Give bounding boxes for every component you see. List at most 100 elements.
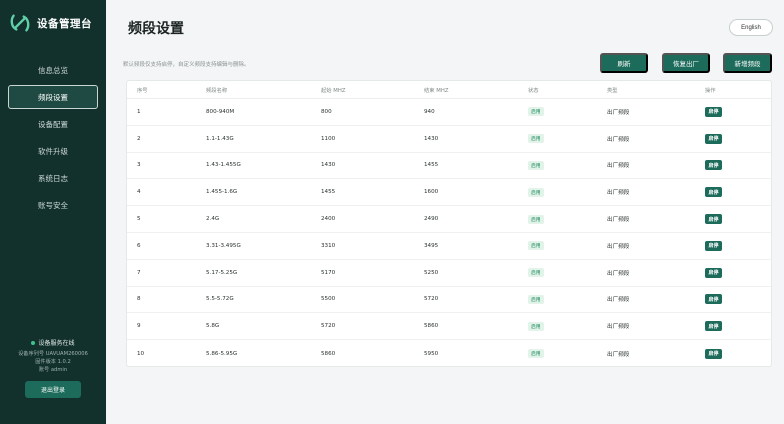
cell-type: 出厂频段 xyxy=(607,270,630,277)
cell-start: 1100 xyxy=(321,135,336,142)
sidebar-item-band-settings[interactable]: 频段设置 xyxy=(8,85,98,109)
toggle-button[interactable]: 启停 xyxy=(705,267,723,278)
cell-type: 出厂频段 xyxy=(607,351,630,358)
cell-no: 8 xyxy=(137,296,141,303)
cell-start: 5500 xyxy=(321,296,336,303)
cell-start: 3310 xyxy=(321,242,336,249)
table-row: 5 2.4G 2400 2490 启用 出厂频段 启停 xyxy=(127,206,771,233)
table-row: 1 800-940M 800 940 启用 出厂频段 启停 xyxy=(127,99,771,126)
header-start: 起始 MHZ xyxy=(321,87,346,94)
cell-status: 启用 xyxy=(528,268,544,278)
toggle-button[interactable]: 启停 xyxy=(705,321,723,332)
cell-end: 5250 xyxy=(424,269,439,276)
cell-type: 出厂频段 xyxy=(607,190,630,197)
sidebar: 设备管理台 信息总览 频段设置 设备配置 软件升级 系统日志 账号安全 设备服务… xyxy=(0,0,106,424)
cell-no: 9 xyxy=(137,323,141,330)
cell-action: 启停 xyxy=(705,348,723,359)
table-row: 7 5.17-5.25G 5170 5250 启用 出厂频段 启停 xyxy=(127,260,771,287)
cell-status: 启用 xyxy=(528,294,544,304)
table-row: 6 3.31-3.495G 3310 3495 启用 出厂频段 启停 xyxy=(127,233,771,260)
header-no: 序号 xyxy=(137,87,148,94)
header-action: 操作 xyxy=(705,87,716,94)
cell-status: 启用 xyxy=(528,160,544,170)
cell-no: 7 xyxy=(137,269,141,276)
table-row: 3 1.43-1.455G 1430 1455 启用 出厂频段 启停 xyxy=(127,153,771,180)
cell-end: 5860 xyxy=(424,323,439,330)
cell-action: 启停 xyxy=(705,321,723,332)
cell-name: 5.86-5.95G xyxy=(206,350,238,357)
status-badge: 启用 xyxy=(528,349,544,359)
table-body: 1 800-940M 800 940 启用 出厂频段 启停 2 1.1-1.43G 1100 143… xyxy=(127,99,771,367)
online-status-text: 设备服务在线 xyxy=(38,340,75,347)
cell-action: 启停 xyxy=(705,160,723,171)
cell-start: 5170 xyxy=(321,269,336,276)
sidebar-item-software-upgrade[interactable]: 软件升级 xyxy=(8,139,98,163)
table-row: 2 1.1-1.43G 1100 1430 启用 出厂频段 启停 xyxy=(127,126,771,153)
cell-no: 4 xyxy=(137,189,141,196)
cell-no: 5 xyxy=(137,216,141,223)
toggle-button[interactable]: 启停 xyxy=(705,133,723,144)
sidebar-item-device-config[interactable]: 设备配置 xyxy=(8,112,98,136)
device-meta: 设备序列号 UAVUAM260006 固件版本 1.0.2 账号 admin xyxy=(0,350,106,374)
language-toggle-button[interactable]: English xyxy=(729,19,773,36)
table-header: 序号 频段名称 起始 MHZ 结束 MHZ 状态 类型 操作 xyxy=(127,81,771,99)
cell-name: 5.5-5.72G xyxy=(206,296,234,303)
cell-end: 2490 xyxy=(424,216,439,223)
toggle-button[interactable]: 启停 xyxy=(705,214,723,225)
cell-status: 启用 xyxy=(528,321,544,331)
refresh-button[interactable]: 刷新 xyxy=(600,53,648,73)
sidebar-item-overview[interactable]: 信息总览 xyxy=(8,58,98,82)
cell-start: 1430 xyxy=(321,162,336,169)
cell-type: 出厂频段 xyxy=(607,136,630,143)
table-row: 4 1.455-1.6G 1455 1600 启用 出厂频段 启停 xyxy=(127,179,771,207)
status-badge: 启用 xyxy=(528,160,544,170)
cell-action: 启停 xyxy=(705,267,723,278)
toggle-button[interactable]: 启停 xyxy=(705,187,723,198)
cell-action: 启停 xyxy=(705,187,723,198)
toggle-button[interactable]: 启停 xyxy=(705,348,723,359)
cell-action: 启停 xyxy=(705,214,723,225)
band-table: 序号 频段名称 起始 MHZ 结束 MHZ 状态 类型 操作 1 800-940M… xyxy=(126,80,772,367)
page-title: 频段设置 xyxy=(128,21,184,37)
cell-end: 5950 xyxy=(424,350,439,357)
table-row: 9 5.8G 5720 5860 启用 出厂频段 启停 xyxy=(127,313,771,341)
cell-name: 1.43-1.455G xyxy=(206,162,241,169)
factory-reset-button[interactable]: 恢复出厂 xyxy=(662,53,710,73)
cell-end: 3495 xyxy=(424,242,439,249)
cell-action: 启停 xyxy=(705,133,723,144)
logout-button[interactable]: 退出登录 xyxy=(25,381,81,398)
table-row: 8 5.5-5.72G 5500 5720 启用 出厂频段 启停 xyxy=(127,287,771,314)
firmware-version: 固件版本 1.0.2 xyxy=(35,359,71,365)
cell-action: 启停 xyxy=(705,240,723,251)
brand: 设备管理台 xyxy=(9,12,92,34)
cell-start: 2400 xyxy=(321,216,336,223)
header-type: 类型 xyxy=(607,87,618,94)
header-end: 结束 MHZ xyxy=(424,87,449,94)
cell-name: 1.455-1.6G xyxy=(206,189,238,196)
status-badge: 启用 xyxy=(528,294,544,304)
toggle-button[interactable]: 启停 xyxy=(705,160,723,171)
device-serial: 设备序列号 UAVUAM260006 xyxy=(18,351,88,357)
toggle-button[interactable]: 启停 xyxy=(705,294,723,305)
cell-start: 5720 xyxy=(321,323,336,330)
cell-name: 5.8G xyxy=(206,323,220,330)
table-row: 10 5.86-5.95G 5860 5950 启用 出厂频段 启停 xyxy=(127,340,771,367)
sidebar-item-account-security[interactable]: 账号安全 xyxy=(8,193,98,217)
sidebar-item-system-log[interactable]: 系统日志 xyxy=(8,166,98,190)
cell-status: 启用 xyxy=(528,349,544,359)
toggle-button[interactable]: 启停 xyxy=(705,240,723,251)
status-badge: 启用 xyxy=(528,321,544,331)
cell-no: 1 xyxy=(137,108,141,115)
cell-name: 2.4G xyxy=(206,216,220,223)
add-band-button[interactable]: 新增频段 xyxy=(723,53,772,73)
cell-name: 3.31-3.495G xyxy=(206,242,241,249)
toggle-button[interactable]: 启停 xyxy=(705,106,723,117)
online-status: 设备服务在线 xyxy=(0,338,106,347)
cell-no: 2 xyxy=(137,135,141,142)
cell-status: 启用 xyxy=(528,241,544,251)
brand-title: 设备管理台 xyxy=(37,17,92,30)
cell-end: 1600 xyxy=(424,189,439,196)
cell-type: 出厂频段 xyxy=(607,324,630,331)
cell-start: 5860 xyxy=(321,350,336,357)
brand-logo-icon xyxy=(10,14,30,32)
